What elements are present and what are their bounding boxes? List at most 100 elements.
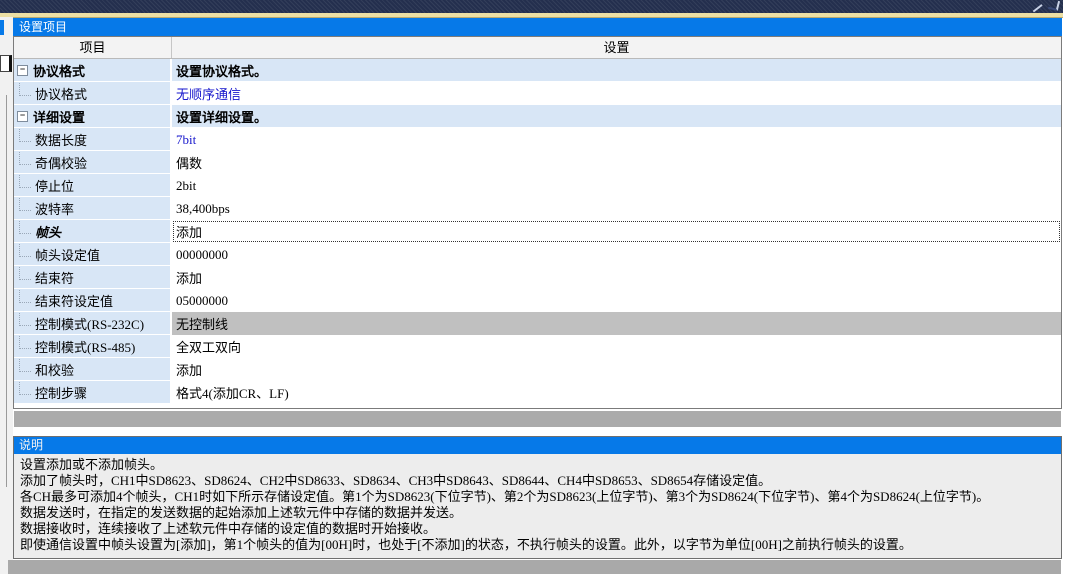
tree-connector-icon xyxy=(19,221,31,234)
tree-connector-icon xyxy=(19,175,31,188)
row-label: 帧头设定值 xyxy=(35,245,100,264)
docked-panel-header-fragment xyxy=(0,20,4,35)
docked-panel-button-fragment[interactable] xyxy=(0,55,12,72)
row-label: 停止位 xyxy=(35,176,74,195)
tree-collapse-icon[interactable]: − xyxy=(17,111,28,122)
row-item-cell[interactable]: 和校验 xyxy=(14,358,172,381)
row-value-cell-focused[interactable]: 添加 xyxy=(172,220,1061,243)
tree-connector-icon xyxy=(19,359,31,372)
table-row: 控制模式(RS-485) 全双工双向 xyxy=(14,335,1061,358)
tree-connector-icon xyxy=(19,267,31,280)
partial-corner-icon xyxy=(1048,0,1060,11)
explanation-line: 即使通信设置中帧头设置为[添加]，第1个帧头的值为[00H]时，也处于[不添加]… xyxy=(20,537,1055,553)
tree-collapse-icon[interactable]: − xyxy=(17,65,28,76)
explanation-panel: 说明 设置添加或不添加帧头。 添加了帧头时，CH1中SD8623、SD8624、… xyxy=(13,436,1062,559)
grid-header-row: 项目 设置 xyxy=(14,37,1061,59)
row-item-cell[interactable]: 波特率 xyxy=(14,197,172,220)
row-value-cell[interactable]: 偶数 xyxy=(172,151,1061,174)
table-row: 波特率 38,400bps xyxy=(14,197,1061,220)
table-row: 结束符设定值 05000000 xyxy=(14,289,1061,312)
column-header-item: 项目 xyxy=(14,37,172,58)
tree-connector-icon xyxy=(19,313,31,326)
tree-connector-icon xyxy=(19,244,31,257)
row-value-cell[interactable]: 设置协议格式。 xyxy=(172,59,1061,82)
row-value: 05000000 xyxy=(176,293,228,309)
row-value-cell[interactable]: 添加 xyxy=(172,266,1061,289)
row-item-cell[interactable]: 结束符设定值 xyxy=(14,289,172,312)
row-label: 结束符设定值 xyxy=(35,291,113,310)
row-value-cell[interactable]: 全双工双向 xyxy=(172,335,1061,358)
panel-filler-area xyxy=(14,411,1061,427)
explanation-line: 数据发送时，在指定的发送数据的起始添加上述软元件中存储的数据并发送。 xyxy=(20,505,1055,521)
row-item-cell[interactable]: 控制步骤 xyxy=(14,381,172,404)
row-item-cell[interactable]: 奇偶校验 xyxy=(14,151,172,174)
row-value: 无顺序通信 xyxy=(176,84,241,103)
row-value-cell[interactable]: 05000000 xyxy=(172,289,1061,312)
row-label: 和校验 xyxy=(35,360,74,379)
row-value: 设置详细设置。 xyxy=(176,107,267,126)
tree-connector-icon xyxy=(19,382,31,395)
settings-grid: 项目 设置 −协议格式 设置协议格式。 协议格式 无顺序通信 −详细设置 设置详… xyxy=(13,36,1062,409)
table-row: 控制步骤 格式4(添加CR、LF) xyxy=(14,381,1061,404)
tree-connector-icon xyxy=(19,198,31,211)
row-item-cell[interactable]: 控制模式(RS-232C) xyxy=(14,312,172,335)
tree-connector-icon xyxy=(19,290,31,303)
row-label: 数据长度 xyxy=(35,130,87,149)
tree-connector-icon xyxy=(19,152,31,165)
row-label: 详细设置 xyxy=(33,107,85,126)
docked-panel-border xyxy=(6,95,7,487)
row-item-cell[interactable]: −协议格式 xyxy=(14,59,172,82)
row-value: 添加 xyxy=(176,268,202,287)
row-label: 结束符 xyxy=(35,268,74,287)
row-value-cell[interactable]: 2bit xyxy=(172,174,1061,197)
row-item-cell[interactable]: 停止位 xyxy=(14,174,172,197)
row-label: 控制模式(RS-485) xyxy=(35,337,135,356)
row-value-cell[interactable]: 添加 xyxy=(172,358,1061,381)
row-item-cell[interactable]: 数据长度 xyxy=(14,128,172,151)
table-row: 协议格式 无顺序通信 xyxy=(14,82,1061,105)
row-value: 添加 xyxy=(176,360,202,379)
row-item-cell[interactable]: 协议格式 xyxy=(14,82,172,105)
row-value: 无控制线 xyxy=(176,314,228,333)
table-row: 数据长度 7bit xyxy=(14,128,1061,151)
explanation-line: 添加了帧头时，CH1中SD8623、SD8624、CH2中SD8633、SD86… xyxy=(20,473,1055,489)
explanation-text: 设置添加或不添加帧头。 添加了帧头时，CH1中SD8623、SD8624、CH2… xyxy=(14,454,1061,553)
row-value-cell[interactable]: 38,400bps xyxy=(172,197,1061,220)
row-item-cell[interactable]: 控制模式(RS-485) xyxy=(14,335,172,358)
window-bottom-strip xyxy=(8,560,1061,574)
explanation-line: 设置添加或不添加帧头。 xyxy=(20,457,1055,473)
row-value-cell-disabled: 无控制线 xyxy=(172,312,1061,335)
explanation-title-label: 说明 xyxy=(19,438,43,452)
row-item-cell[interactable]: 帧头 xyxy=(14,220,172,243)
row-value: 38,400bps xyxy=(176,201,230,217)
table-row-selected: 帧头 添加 xyxy=(14,220,1061,243)
row-label: 波特率 xyxy=(35,199,74,218)
row-value: 全双工双向 xyxy=(176,337,241,356)
explanation-line: 各CH最多可添加4个帧头，CH1时如下所示存储设定值。第1个为SD8623(下位… xyxy=(20,489,1055,505)
row-value-cell[interactable]: 设置详细设置。 xyxy=(172,105,1061,128)
column-header-value: 设置 xyxy=(172,37,1061,58)
row-value: 2bit xyxy=(176,178,196,194)
table-row: 结束符 添加 xyxy=(14,266,1061,289)
row-value-cell[interactable]: 00000000 xyxy=(172,243,1061,266)
window-titlebar-fragment xyxy=(0,0,1063,13)
table-row: 控制模式(RS-232C) 无控制线 xyxy=(14,312,1061,335)
row-item-cell[interactable]: 帧头设定值 xyxy=(14,243,172,266)
tree-connector-icon xyxy=(19,336,31,349)
partial-arrow-icon xyxy=(1028,0,1042,12)
row-value-cell[interactable]: 格式4(添加CR、LF) xyxy=(172,381,1061,404)
table-row: −详细设置 设置详细设置。 xyxy=(14,105,1061,128)
row-label: 协议格式 xyxy=(33,61,85,80)
table-row: 帧头设定值 00000000 xyxy=(14,243,1061,266)
settings-panel-title-label: 设置项目 xyxy=(19,20,67,34)
settings-panel-title: 设置项目 xyxy=(13,18,1062,36)
row-value-cell[interactable]: 7bit xyxy=(172,128,1061,151)
row-item-cell[interactable]: −详细设置 xyxy=(14,105,172,128)
row-value-cell[interactable]: 无顺序通信 xyxy=(172,82,1061,105)
row-value: 7bit xyxy=(176,132,196,148)
row-label: 帧头 xyxy=(35,222,61,241)
tree-connector-icon xyxy=(19,129,31,142)
row-label: 控制模式(RS-232C) xyxy=(35,314,144,333)
row-item-cell[interactable]: 结束符 xyxy=(14,266,172,289)
explanation-panel-title: 说明 xyxy=(14,437,1061,454)
